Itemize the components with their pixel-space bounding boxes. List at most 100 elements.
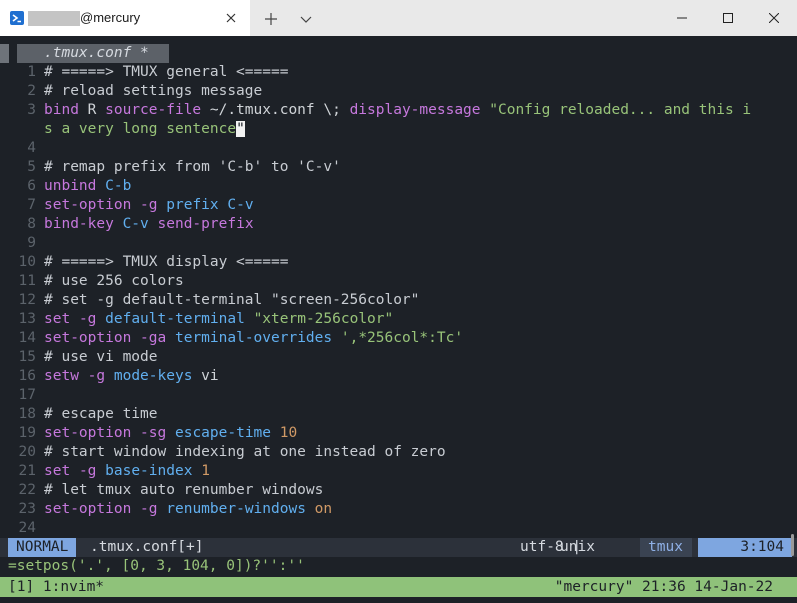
terminal-content[interactable]: .tmux.conf * 1 # =====> TMUX general <===… (0, 36, 797, 603)
vim-statusline: NORMAL .tmux.conf[+] utf-8 | unix tmux 3… (0, 538, 797, 557)
terminal-window: @mercury .tmux.conf * 1 # =====> TMUX gen… (0, 0, 797, 603)
line-number: 22 (18, 482, 36, 498)
code-line: 4 (0, 139, 44, 158)
code-token: -g (140, 501, 158, 517)
code-token: mode-keys (113, 368, 193, 384)
close-tab-button[interactable] (222, 9, 240, 27)
code-line: 8 bind-key C-v send-prefix (0, 215, 253, 234)
code-line: 22 # let tmux auto renumber windows (0, 481, 324, 500)
text-cursor: " (236, 121, 245, 137)
code-token: # use vi mode (44, 349, 158, 365)
code-line: 2 # reload settings message (0, 82, 262, 101)
code-line: 19 set-option -sg escape-time 10 (0, 424, 298, 443)
code-token: # remap prefix from 'C-b' to 'C-v' (44, 159, 341, 175)
line-number: 9 (27, 235, 36, 251)
close-window-button[interactable] (751, 0, 797, 36)
maximize-icon (723, 13, 733, 23)
terminal-tab[interactable]: @mercury (0, 0, 250, 36)
filetype: tmux (640, 538, 692, 557)
code-token: # use 256 colors (44, 273, 184, 289)
code-line: 5 # remap prefix from 'C-b' to 'C-v' (0, 158, 341, 177)
scrollbar-thumb[interactable] (791, 534, 794, 556)
code-line: 12 # set -g default-terminal "screen-256c… (0, 291, 420, 310)
tab-dropdown-button[interactable] (298, 12, 314, 26)
code-token: # =====> TMUX general <===== (44, 64, 289, 80)
code-token: renumber-windows (166, 501, 306, 517)
file-format: unix (560, 539, 595, 555)
tmux-window-list[interactable]: [1] 1:nvim* (8, 577, 104, 597)
code-token: bind-key (44, 216, 114, 232)
command-line[interactable]: =setpos('.', [0, 3, 104, 0])?'':'' (8, 557, 305, 576)
file-name: .tmux.conf[+] (90, 539, 204, 555)
buffer-tab[interactable]: .tmux.conf * (44, 44, 149, 63)
code-token: s a very long sentence (44, 121, 237, 137)
code-line: 21 set -g base-index 1 (0, 462, 210, 481)
code-line: 11 # use 256 colors (0, 272, 184, 291)
line-number: 14 (18, 330, 36, 346)
code-token: # let tmux auto renumber windows (44, 482, 324, 498)
code-token: unbind (44, 178, 97, 194)
line-number: 17 (18, 387, 36, 403)
line-number: 7 (27, 197, 36, 213)
code-line: 10 # =====> TMUX display <===== (0, 253, 289, 272)
code-token: bind (44, 102, 79, 118)
code-line: 6 unbind C-b (0, 177, 131, 196)
code-token: -g (87, 368, 106, 384)
line-number: 13 (18, 311, 36, 327)
minimize-button[interactable] (659, 0, 705, 36)
code-line: 15 # use vi mode (0, 348, 158, 367)
line-number: 20 (18, 444, 36, 460)
close-icon (226, 13, 236, 23)
code-token: C-v (227, 197, 254, 213)
minimize-icon (677, 17, 687, 19)
code-token: source-file (105, 102, 202, 118)
code-token: on (314, 501, 333, 517)
tab-title: @mercury (80, 10, 141, 25)
code-token: display-message (349, 102, 481, 118)
code-line: s a very long sentence" (0, 120, 245, 139)
code-line: 24 (0, 519, 44, 538)
code-token: set (44, 463, 71, 479)
code-line: 9 (0, 234, 44, 253)
line-number: 8 (27, 216, 36, 232)
cursor-position: 3:104 (698, 538, 792, 557)
line-number: 19 (18, 425, 36, 441)
line-number: 21 (18, 463, 36, 479)
close-icon (769, 13, 779, 23)
code-token: # =====> TMUX display <===== (44, 254, 289, 270)
code-token: # start window indexing at one instead o… (44, 444, 446, 460)
plus-icon (265, 13, 277, 25)
title-bar: @mercury (0, 0, 797, 36)
code-token: # escape time (44, 406, 158, 422)
code-token: -g (78, 463, 97, 479)
code-line: 7 set-option -g prefix C-v (0, 196, 254, 215)
code-token: C-b (105, 178, 132, 194)
command-text: =setpos('.', [0, 3, 104, 0])?'':'' (8, 558, 305, 574)
maximize-button[interactable] (705, 0, 751, 36)
code-line: 13 set -g default-terminal "xterm-256colo… (0, 310, 394, 329)
line-number: 23 (18, 501, 36, 517)
code-token: set (44, 311, 71, 327)
line-number: 11 (18, 273, 36, 289)
code-token: set-option (44, 197, 132, 213)
new-tab-button[interactable] (262, 10, 280, 28)
tmux-host-clock: "mercury" 21:36 14-Jan-22 (554, 579, 773, 595)
redacted-username (28, 11, 80, 26)
